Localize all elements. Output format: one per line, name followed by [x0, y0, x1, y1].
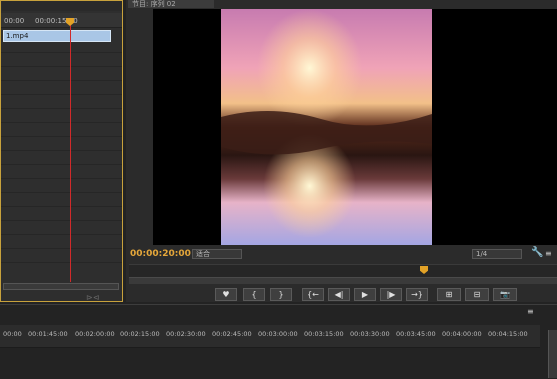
ruler-label: 00:03:30:00	[350, 330, 390, 338]
add-marker-button[interactable]: ♥	[215, 288, 237, 301]
ruler-label: 00:03:00:00	[258, 330, 298, 338]
source-timeline-panel	[0, 0, 123, 302]
mark-in-button[interactable]: {	[243, 288, 265, 301]
track-divider	[1, 220, 122, 221]
track-divider	[1, 262, 122, 263]
ruler-label: 00:04:00:00	[442, 330, 482, 338]
export-frame-button[interactable]: 📷	[493, 288, 517, 301]
fit-dropdown[interactable]: 适合	[192, 249, 242, 259]
monitor-time-ruler[interactable]	[129, 264, 557, 277]
ruler-label: 00:02:15:00	[120, 330, 160, 338]
track-divider	[1, 122, 122, 123]
ruler-label: 00:03:45:00	[396, 330, 436, 338]
ruler-label: 00:02:30:00	[166, 330, 206, 338]
quality-dropdown[interactable]: 1/4	[472, 249, 522, 259]
ruler-label: 00:01:45:00	[28, 330, 68, 338]
ruler-label: 00:02:00:00	[75, 330, 115, 338]
playhead-line[interactable]	[70, 20, 71, 282]
track-divider	[1, 248, 122, 249]
track-divider	[1, 178, 122, 179]
track-divider	[1, 136, 122, 137]
tab-program-monitor[interactable]: 节目: 序列 02	[128, 0, 214, 8]
video-frame	[221, 9, 432, 245]
track-divider	[1, 80, 122, 81]
track-divider	[1, 66, 122, 67]
track-divider	[1, 206, 122, 207]
vertical-scrollbar[interactable]	[548, 330, 557, 378]
track-divider	[1, 192, 122, 193]
go-to-out-button[interactable]: →}	[406, 288, 428, 301]
wrench-icon[interactable]: 🔧	[531, 247, 543, 258]
left-ruler-label: 00:00	[4, 17, 25, 25]
ruler-label: 00:03:15:00	[304, 330, 344, 338]
step-back-button[interactable]: ◀|	[328, 288, 350, 301]
play-button[interactable]: ▶	[354, 288, 376, 301]
track-divider	[1, 150, 122, 151]
lift-button[interactable]: ⊞	[437, 288, 461, 301]
horizontal-scrollbar[interactable]	[3, 283, 119, 290]
track-divider	[1, 234, 122, 235]
ruler-label: 00:02:45:00	[212, 330, 252, 338]
zoom-icon[interactable]: ⊳⊲	[86, 293, 99, 302]
track-divider	[1, 164, 122, 165]
current-timecode[interactable]: 00:00:20:00	[130, 249, 191, 259]
go-to-in-button[interactable]: {←	[302, 288, 324, 301]
track-divider	[1, 108, 122, 109]
track-divider	[1, 52, 122, 53]
mark-out-button[interactable]: }	[270, 288, 292, 301]
track-divider	[1, 94, 122, 95]
left-panel-header	[2, 1, 122, 11]
panel-menu-icon[interactable]: ≡	[527, 307, 534, 316]
extract-button[interactable]: ⊟	[465, 288, 489, 301]
ruler-label: 00:04:15:00	[488, 330, 528, 338]
monitor-zoom-scrollbar[interactable]	[129, 277, 557, 284]
ruler-label: 00:00	[3, 330, 22, 338]
video-clip[interactable]: 1.mp4	[3, 30, 111, 42]
step-forward-button[interactable]: |▶	[380, 288, 402, 301]
panel-menu-icon[interactable]: ≡	[545, 249, 552, 258]
